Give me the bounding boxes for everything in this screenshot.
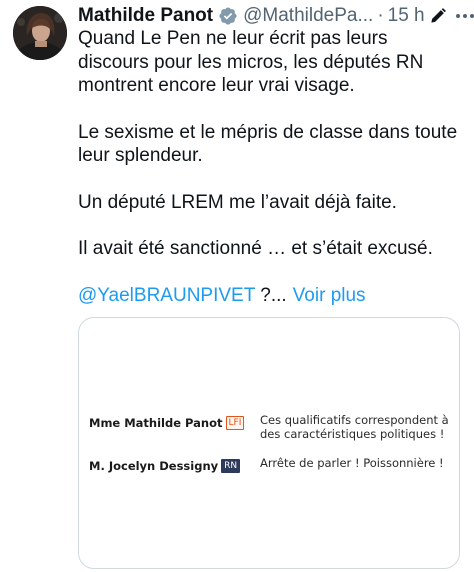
show-more-link[interactable]: Voir plus <box>293 285 366 306</box>
avatar[interactable] <box>13 6 67 60</box>
tweet-text: Quand Le Pen ne leur écrit pas leurs dis… <box>78 27 462 307</box>
tweet-paragraph-last: @YaelBRAUNPIVET ?... Voir plus <box>78 284 462 308</box>
speaker: Mme Mathilde Panot LFI <box>89 416 245 430</box>
timestamp[interactable]: 15 h <box>388 3 425 29</box>
display-name[interactable]: Mathilde Panot <box>78 3 213 29</box>
truncation-ellipsis: ?... <box>260 284 287 306</box>
media-image-card[interactable]: Mme Mathilde Panot LFI Ces qualificatifs… <box>78 317 460 569</box>
user-handle[interactable]: @MathildePa... <box>243 3 373 29</box>
party-badge: LFI <box>225 416 245 430</box>
speaker-name: M. Jocelyn Dessigny <box>89 459 219 473</box>
more-options-icon[interactable] <box>454 6 474 26</box>
avatar-photo <box>13 6 67 60</box>
party-badge: RN <box>221 459 241 473</box>
verified-badge-icon[interactable] <box>218 6 238 26</box>
tweet-paragraph: Un député LREM me l’avait déjà faite. <box>78 191 397 213</box>
tweet-paragraph: Il avait été sanctionné … et s’était exc… <box>78 238 433 259</box>
separator-dot: · <box>377 5 384 26</box>
speaker-quote: Arrête de parler ! Poissonnière ! <box>260 456 444 470</box>
tweet[interactable]: Mathilde Panot @MathildePa... · 15 h Qua… <box>0 0 474 572</box>
speaker-name: Mme Mathilde Panot <box>89 416 223 430</box>
mention-link[interactable]: @YaelBRAUNPIVET <box>78 285 255 306</box>
speaker: M. Jocelyn Dessigny RN <box>89 459 241 473</box>
edited-pencil-icon[interactable] <box>428 6 448 26</box>
speaker-quote: Ces qualificatifs correspondent à des ca… <box>260 413 449 441</box>
tweet-paragraph: Le sexisme et le mépris de classe dans t… <box>78 121 458 167</box>
tweet-header: Mathilde Panot @MathildePa... · 15 h <box>78 3 474 29</box>
tweet-paragraph: Quand Le Pen ne leur écrit pas leurs dis… <box>78 28 424 96</box>
